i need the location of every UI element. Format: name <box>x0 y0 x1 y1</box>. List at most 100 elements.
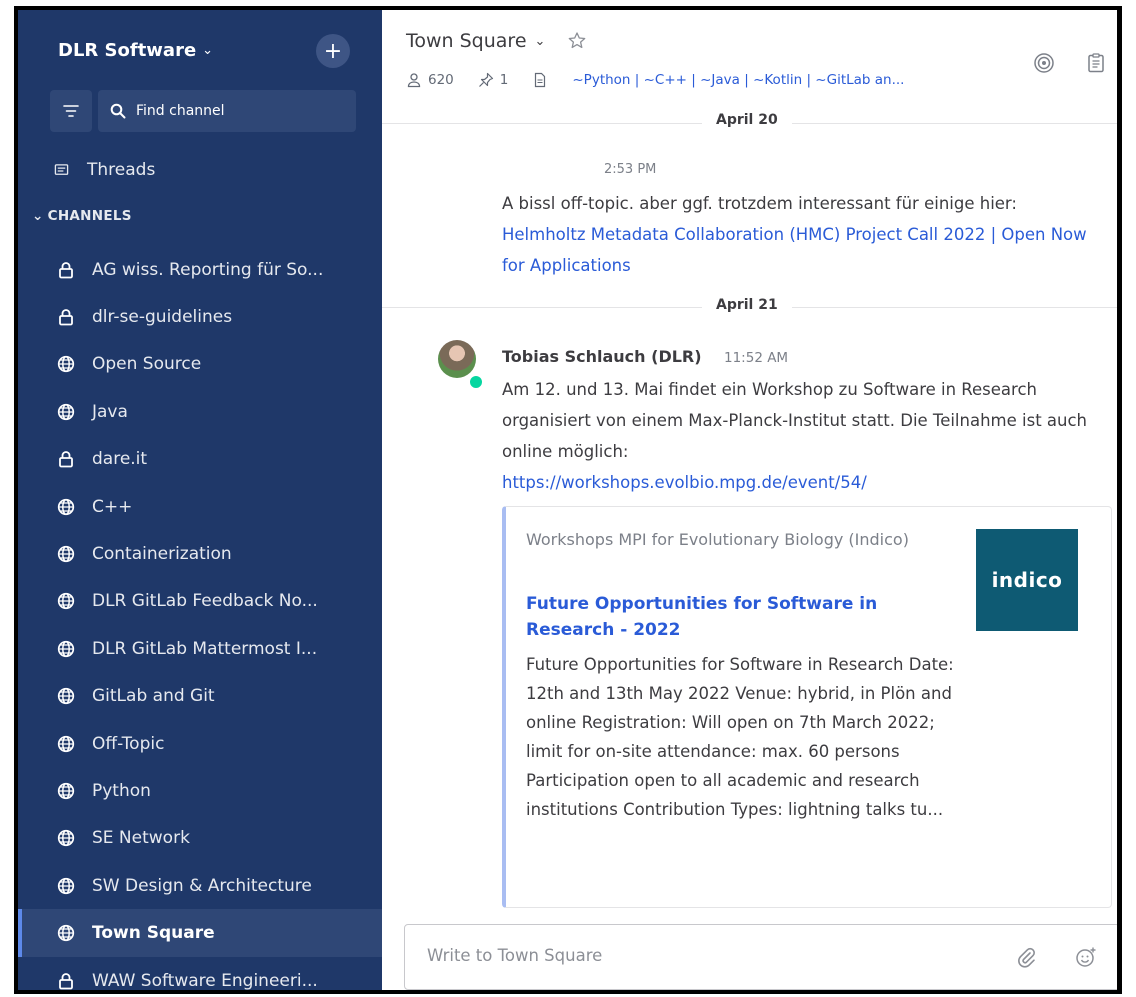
sidebar-item-label: Off-Topic <box>92 733 165 754</box>
sidebar-item-se-network[interactable]: SE Network <box>18 815 382 862</box>
indico-logo-text: indico <box>991 568 1063 592</box>
sidebar: DLR Software ⌄ + Find channel Threads ⌄ … <box>18 10 382 990</box>
filter-icon[interactable] <box>50 90 92 132</box>
chevron-down-icon: ⌄ <box>32 208 44 224</box>
channels-header-label: CHANNELS <box>47 208 132 224</box>
globe-icon <box>56 876 76 896</box>
lock-icon <box>56 449 76 469</box>
link-preview-card: Workshops MPI for Evolutionary Biology (… <box>502 506 1112 908</box>
add-button[interactable]: + <box>316 34 350 68</box>
sidebar-item-label: Town Square <box>92 923 215 944</box>
message-link[interactable]: https://workshops.evolbio.mpg.de/event/5… <box>502 473 867 492</box>
sidebar-item-label: DLR GitLab Feedback No... <box>92 591 318 612</box>
globe-icon <box>56 781 76 801</box>
channel-name: Town Square <box>406 30 527 52</box>
pinned-messages-icon[interactable] <box>1085 52 1107 74</box>
team-menu[interactable]: DLR Software ⌄ <box>58 40 213 61</box>
message-time[interactable]: 11:52 AM <box>724 350 788 366</box>
message-composer <box>404 924 1117 990</box>
attachment-icon[interactable] <box>1015 946 1037 968</box>
sidebar-item-java[interactable]: Java <box>18 388 382 435</box>
sidebar-item-dlr-se-guidelines[interactable]: dlr-se-guidelines <box>18 293 382 340</box>
chevron-down-icon: ⌄ <box>534 33 546 49</box>
date-separator: April 20 <box>702 112 792 128</box>
globe-icon <box>56 402 76 422</box>
app-frame: DLR Software ⌄ + Find channel Threads ⌄ … <box>14 6 1122 994</box>
sidebar-item-c[interactable]: C++ <box>18 483 382 530</box>
globe-icon <box>56 591 76 611</box>
header-actions <box>1033 52 1107 74</box>
channel-title[interactable]: Town Square ⌄ <box>406 30 587 52</box>
sidebar-item-label: SE Network <box>92 828 190 849</box>
lock-icon <box>56 971 76 990</box>
globe-icon <box>56 686 76 706</box>
sidebar-item-town-square[interactable]: Town Square <box>18 909 382 957</box>
sidebar-item-dare-it[interactable]: dare.it <box>18 436 382 483</box>
sidebar-item-waw-software-engineeri[interactable]: WAW Software Engineeri... <box>18 957 382 991</box>
sidebar-item-dlr-gitlab-mattermost-i[interactable]: DLR GitLab Mattermost I... <box>18 625 382 672</box>
sidebar-item-label: Java <box>92 401 128 422</box>
sidebar-item-label: SW Design & Architecture <box>92 875 312 896</box>
sidebar-item-label: dare.it <box>92 449 148 470</box>
preview-title[interactable]: Future Opportunities for Software in Res… <box>526 591 946 643</box>
message-input[interactable] <box>427 946 947 965</box>
sidebar-item-label: AG wiss. Reporting für So... <box>92 259 324 280</box>
lock-icon <box>56 307 76 327</box>
sidebar-item-label: Threads <box>87 160 156 180</box>
avatar[interactable] <box>438 340 476 378</box>
file-icon[interactable] <box>532 72 548 88</box>
sidebar-item-label: Python <box>92 780 151 801</box>
sidebar-item-ag-wiss-reporting-f-r-so[interactable]: AG wiss. Reporting für So... <box>18 246 382 293</box>
sidebar-item-open-source[interactable]: Open Source <box>18 341 382 388</box>
member-count[interactable]: 620 <box>428 72 454 88</box>
globe-icon <box>56 734 76 754</box>
sidebar-item-sw-design-architecture[interactable]: SW Design & Architecture <box>18 862 382 909</box>
sidebar-item-label: DLR GitLab Mattermost I... <box>92 638 318 659</box>
sidebar-item-label: Open Source <box>92 354 202 375</box>
channel-header: Town Square ⌄ 620 1 ~Python | ~C++ | ~Ja… <box>382 10 1117 106</box>
preview-logo[interactable]: indico <box>976 529 1078 631</box>
find-channel-button[interactable]: Find channel <box>98 90 356 132</box>
member-icon[interactable] <box>406 72 422 88</box>
mentions-icon[interactable] <box>1033 52 1055 74</box>
sidebar-item-label: Containerization <box>92 544 232 565</box>
star-icon[interactable] <box>567 31 587 51</box>
sidebar-item-off-topic[interactable]: Off-Topic <box>18 720 382 767</box>
pin-icon[interactable] <box>478 72 494 88</box>
message-link[interactable]: Helmholtz Metadata Collaboration (HMC) P… <box>502 225 1087 275</box>
threads-icon <box>54 163 69 175</box>
sidebar-item-label: WAW Software Engineeri... <box>92 970 318 991</box>
channels-section-header[interactable]: ⌄ CHANNELS <box>32 208 132 224</box>
message-time[interactable]: 2:53 PM <box>604 162 656 177</box>
emoji-icon[interactable] <box>1075 946 1097 968</box>
search-icon <box>110 103 126 119</box>
find-channel-label: Find channel <box>136 103 225 119</box>
pinned-count[interactable]: 1 <box>500 72 509 88</box>
preview-site-name: Workshops MPI for Evolutionary Biology (… <box>526 530 909 549</box>
globe-icon <box>56 828 76 848</box>
sidebar-item-python[interactable]: Python <box>18 767 382 814</box>
sidebar-item-label: GitLab and Git <box>92 686 215 707</box>
sidebar-item-containerization[interactable]: Containerization <box>18 530 382 577</box>
message-body: Am 12. und 13. Mai findet ein Workshop z… <box>502 374 1112 498</box>
message-body: A bissl off-topic. aber ggf. trotzdem in… <box>502 188 1112 281</box>
globe-icon <box>56 923 76 943</box>
sidebar-item-gitlab-and-git[interactable]: GitLab and Git <box>18 673 382 720</box>
team-name: DLR Software <box>58 40 197 61</box>
preview-description: Future Opportunities for Software in Res… <box>526 655 954 819</box>
message-text: Am 12. und 13. Mai findet ein Workshop z… <box>502 380 1088 461</box>
lock-icon <box>56 260 76 280</box>
globe-icon <box>56 639 76 659</box>
channel-meta: 620 1 ~Python | ~C++ | ~Java | ~Kotlin |… <box>406 72 904 88</box>
message-text: A bissl off-topic. aber ggf. trotzdem in… <box>502 194 1017 213</box>
globe-icon <box>56 497 76 517</box>
channel-purpose[interactable]: ~Python | ~C++ | ~Java | ~Kotlin | ~GitL… <box>572 72 904 88</box>
chevron-down-icon: ⌄ <box>202 43 214 58</box>
online-status-icon <box>468 374 484 390</box>
sidebar-item-threads[interactable]: Threads <box>18 150 382 190</box>
message-author[interactable]: Tobias Schlauch (DLR) <box>502 347 702 366</box>
channel-list: AG wiss. Reporting für So... dlr-se-guide… <box>18 246 382 991</box>
sidebar-item-dlr-gitlab-feedback-no[interactable]: DLR GitLab Feedback No... <box>18 578 382 625</box>
globe-icon <box>56 354 76 374</box>
sidebar-item-label: dlr-se-guidelines <box>92 307 233 328</box>
